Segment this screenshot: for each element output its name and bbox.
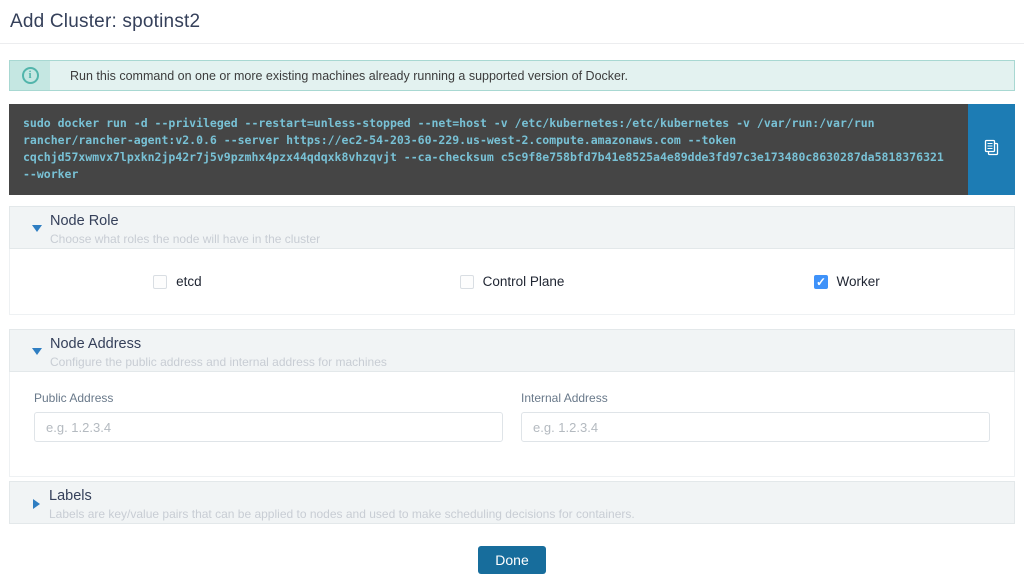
section-title: Labels: [49, 488, 635, 504]
section-header-node-role[interactable]: Node Role Choose what roles the node wil…: [9, 206, 1015, 249]
main-content: i Run this command on one or more existi…: [0, 60, 1024, 574]
role-option-control-plane[interactable]: Control Plane: [345, 274, 680, 289]
section-header-text: Node Address Configure the public addres…: [50, 336, 387, 371]
internal-address-label: Internal Address: [521, 391, 990, 405]
internal-address-field-group: Internal Address: [521, 391, 990, 476]
page-header: Add Cluster: spotinst2: [0, 0, 1024, 44]
section-title: Node Address: [50, 336, 387, 352]
public-address-label: Public Address: [34, 391, 503, 405]
section-header-text: Node Role Choose what roles the node wil…: [50, 213, 320, 248]
section-subtitle: Configure the public address and interna…: [50, 355, 387, 369]
role-label: Worker: [837, 274, 880, 289]
command-block: sudo docker run -d --privileged --restar…: [9, 104, 1015, 195]
page-title: Add Cluster: spotinst2: [10, 11, 1024, 33]
info-icon: i: [22, 67, 39, 84]
control-plane-checkbox[interactable]: [460, 275, 474, 289]
info-banner-icon-cell: i: [10, 61, 50, 90]
info-banner-text: Run this command on one or more existing…: [50, 69, 628, 83]
section-header-text: Labels Labels are key/value pairs that c…: [49, 488, 635, 523]
role-option-etcd[interactable]: etcd: [10, 274, 345, 289]
chevron-right-icon: [33, 499, 40, 509]
section-subtitle: Choose what roles the node will have in …: [50, 232, 320, 246]
done-button[interactable]: Done: [478, 546, 545, 574]
role-label: etcd: [176, 274, 202, 289]
section-title: Node Role: [50, 213, 320, 229]
node-role-body: etcd Control Plane Worker: [9, 249, 1015, 315]
section-subtitle: Labels are key/value pairs that can be a…: [49, 507, 635, 521]
public-address-field-group: Public Address: [34, 391, 503, 476]
node-address-body: Public Address Internal Address: [9, 372, 1015, 477]
role-label: Control Plane: [483, 274, 565, 289]
clipboard-icon: [983, 139, 1001, 160]
chevron-down-icon: [32, 348, 42, 355]
section-header-labels[interactable]: Labels Labels are key/value pairs that c…: [9, 481, 1015, 524]
info-banner: i Run this command on one or more existi…: [9, 60, 1015, 91]
chevron-down-icon: [32, 225, 42, 232]
public-address-input[interactable]: [34, 412, 503, 442]
worker-checkbox[interactable]: [814, 275, 828, 289]
section-header-node-address[interactable]: Node Address Configure the public addres…: [9, 329, 1015, 372]
role-option-worker[interactable]: Worker: [679, 274, 1014, 289]
etcd-checkbox[interactable]: [153, 275, 167, 289]
footer: Done: [9, 546, 1015, 574]
copy-command-button[interactable]: [968, 104, 1015, 195]
internal-address-input[interactable]: [521, 412, 990, 442]
docker-command-text[interactable]: sudo docker run -d --privileged --restar…: [9, 104, 968, 195]
